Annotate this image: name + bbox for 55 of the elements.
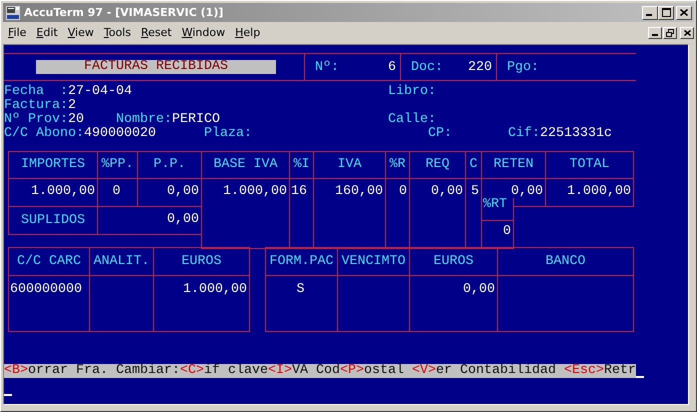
- row-header: SUPLIDOS: [8, 206, 98, 235]
- table-cell: 0: [481, 220, 514, 249]
- app-icon: [5, 4, 21, 20]
- menu-item[interactable]: File: [3, 24, 32, 41]
- menu-item[interactable]: View: [62, 24, 99, 41]
- field-value: 2: [68, 99, 76, 113]
- field-value: 27-04-04: [68, 85, 132, 99]
- restore-button[interactable]: [663, 26, 677, 38]
- row-header: %RT: [481, 198, 514, 221]
- field-label: Cif:: [508, 127, 540, 141]
- field-label: C/C Abono:: [4, 127, 84, 141]
- maximize-icon: [662, 8, 670, 17]
- restore-icon: [666, 28, 674, 36]
- field-label: Nombre:: [116, 113, 172, 127]
- column-header: IMPORTES: [8, 151, 98, 179]
- column-header: BANCO: [497, 247, 634, 276]
- field-label: Libro:: [388, 85, 436, 99]
- close-button[interactable]: [680, 26, 694, 38]
- column-header: FORM.PAC: [265, 247, 338, 276]
- menu-item[interactable]: Edit: [31, 24, 63, 41]
- command-bar: <B>orrar Fra. Cambiar:<C>if clave<I>VA Cod<P>ostal <V>er Contabilidad <Esc>Retr: [4, 364, 636, 378]
- menu-item[interactable]: Reset: [136, 24, 177, 41]
- table-cell: 1.000,00: [545, 178, 634, 207]
- table-cell: 600000000: [8, 275, 90, 332]
- menu-item[interactable]: Window: [176, 24, 230, 41]
- window-title: AccuTerm 97 - [VIMASERVIC (1)]: [24, 6, 224, 19]
- field-value: 490000020: [84, 127, 156, 141]
- column-header: EUROS: [153, 247, 250, 276]
- field-value: 220: [468, 60, 492, 74]
- close-button[interactable]: [676, 6, 692, 20]
- close-icon: [680, 9, 688, 16]
- minimize-button[interactable]: [648, 26, 662, 38]
- field-label: Fecha :: [4, 85, 68, 99]
- menu-item[interactable]: Tools: [98, 24, 136, 41]
- field-value: 6: [388, 60, 396, 74]
- field-label: Nº:: [315, 60, 339, 74]
- close-icon: [684, 30, 690, 36]
- column-header: C/C CARC: [8, 247, 90, 276]
- field-value: PERICO: [172, 113, 220, 127]
- field-label: Calle:: [388, 113, 436, 127]
- table-cell: 1.000,00: [153, 275, 250, 332]
- minimize-button[interactable]: [642, 6, 658, 20]
- screen-title: FACTURAS RECIBIDAS: [36, 60, 276, 74]
- field-label: CP:: [428, 127, 452, 141]
- field-label: Doc:: [411, 60, 443, 74]
- field-label: Factura:: [4, 99, 68, 113]
- column-header: TOTAL: [545, 151, 634, 179]
- maximize-button[interactable]: [658, 6, 674, 20]
- field-value: 20: [68, 113, 84, 127]
- menu-item[interactable]: Help: [230, 24, 266, 41]
- field-value: 22513331c: [540, 127, 612, 141]
- field-label: Pgo:: [507, 60, 539, 74]
- field-label: Nº Prov:: [4, 113, 68, 127]
- table-cell: S: [265, 275, 338, 332]
- field-label: Plaza:: [204, 127, 252, 141]
